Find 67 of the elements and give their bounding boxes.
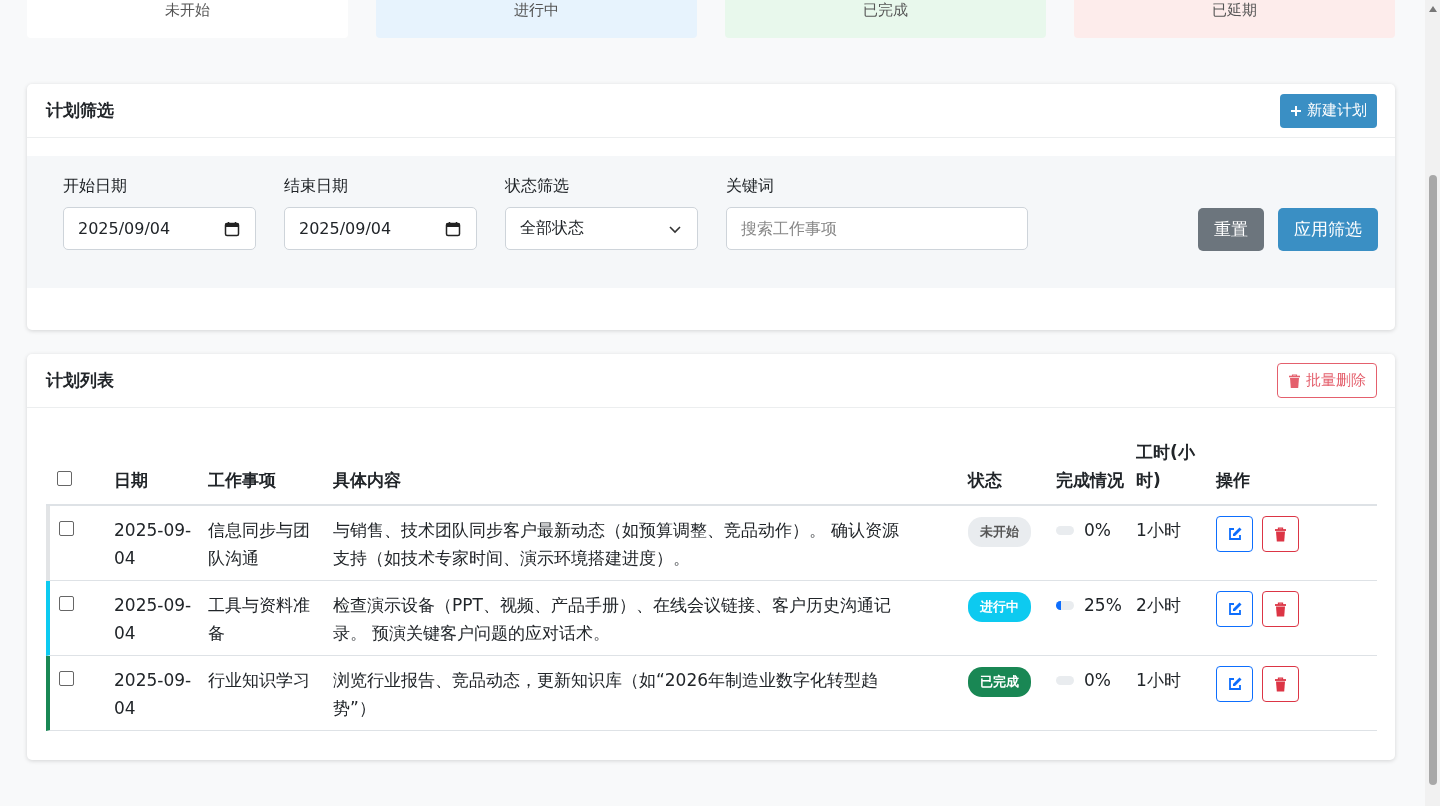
hours-cell: 2小时 [1136, 595, 1181, 615]
reset-button[interactable]: 重置 [1198, 208, 1264, 251]
edit-button[interactable] [1216, 516, 1253, 552]
delete-button[interactable] [1262, 591, 1299, 627]
status-badge: 未开始 [968, 517, 1031, 547]
summary-card: 进行中 [376, 0, 697, 38]
date-cell: 2025-09-04 [114, 595, 192, 643]
content-cell: 浏览行业报告、竞品动态，更新知识库（如“2026年制造业数字化转型趋势”） [333, 670, 879, 718]
trash-icon [1274, 676, 1287, 692]
column-header: 工时(小时) [1136, 442, 1195, 490]
delete-button[interactable] [1262, 666, 1299, 702]
field-label: 开始日期 [63, 176, 128, 197]
panel-title: 计划列表 [46, 369, 114, 392]
hours-cell: 1小时 [1136, 520, 1181, 540]
calendar-icon [445, 220, 461, 237]
plus-icon [1290, 104, 1302, 117]
trash-icon [1288, 373, 1301, 388]
row-checkbox[interactable] [59, 596, 74, 611]
date-cell: 2025-09-04 [114, 670, 192, 718]
scrollbar-thumb[interactable] [1428, 175, 1437, 785]
summary-card: 已延期 [1074, 0, 1395, 38]
date-cell: 2025-09-04 [114, 520, 192, 568]
batch-delete-button[interactable]: 批量删除 [1277, 363, 1377, 398]
status-select[interactable]: 全部状态 [505, 207, 698, 250]
new-plan-button[interactable]: 新建计划 [1280, 93, 1377, 128]
scrollbar[interactable] [1425, 0, 1440, 806]
item-cell: 行业知识学习 [208, 670, 310, 690]
edit-icon [1226, 526, 1243, 542]
progress-bar [1056, 601, 1074, 610]
field-label: 结束日期 [284, 176, 349, 197]
column-header: 操作 [1216, 470, 1250, 490]
field-label: 状态筛选 [505, 176, 570, 197]
progress-text: 0% [1084, 519, 1111, 542]
apply-filter-button[interactable]: 应用筛选 [1278, 208, 1378, 251]
panel-title: 计划筛选 [46, 99, 114, 122]
progress-text: 0% [1084, 669, 1111, 692]
content-cell: 与销售、技术团队同步客户最新动态（如预算调整、竞品动作）。 确认资源支持（如技术专家时间、演示环境搭建进度）。 [333, 520, 900, 568]
column-header: 工作事项 [208, 470, 276, 490]
progress-text: 25% [1084, 594, 1122, 617]
date-field[interactable]: 2025/09/04 [284, 207, 477, 250]
calendar-icon [224, 220, 240, 237]
select-all-checkbox[interactable] [57, 471, 72, 486]
keyword-field[interactable]: 搜索工作事项 [726, 207, 1028, 250]
edit-icon [1226, 601, 1243, 617]
status-badge: 已完成 [968, 667, 1031, 697]
edit-icon [1226, 676, 1243, 692]
scroll-up-icon [1428, 6, 1437, 12]
delete-button[interactable] [1262, 516, 1299, 552]
trash-icon [1274, 526, 1287, 542]
summary-card: 未开始 [27, 0, 348, 38]
column-header: 具体内容 [333, 470, 401, 490]
row-checkbox[interactable] [59, 671, 74, 686]
edit-button[interactable] [1216, 591, 1253, 627]
item-cell: 信息同步与团队沟通 [208, 520, 310, 568]
column-header: 日期 [114, 470, 148, 490]
trash-icon [1274, 601, 1287, 617]
status-badge: 进行中 [968, 592, 1031, 622]
edit-button[interactable] [1216, 666, 1253, 702]
row-checkbox[interactable] [59, 521, 74, 536]
content-cell: 检查演示设备（PPT、视频、产品手册）、在线会议链接、客户历史沟通记录。 预演关键客户问题的应对话术。 [333, 595, 891, 643]
column-header: 完成情况 [1056, 470, 1124, 490]
date-field[interactable]: 2025/09/04 [63, 207, 256, 250]
hours-cell: 1小时 [1136, 670, 1181, 690]
field-label: 关键词 [726, 176, 775, 197]
item-cell: 工具与资料准备 [208, 595, 310, 643]
summary-card: 已完成 [725, 0, 1046, 38]
column-header: 状态 [968, 470, 1002, 490]
